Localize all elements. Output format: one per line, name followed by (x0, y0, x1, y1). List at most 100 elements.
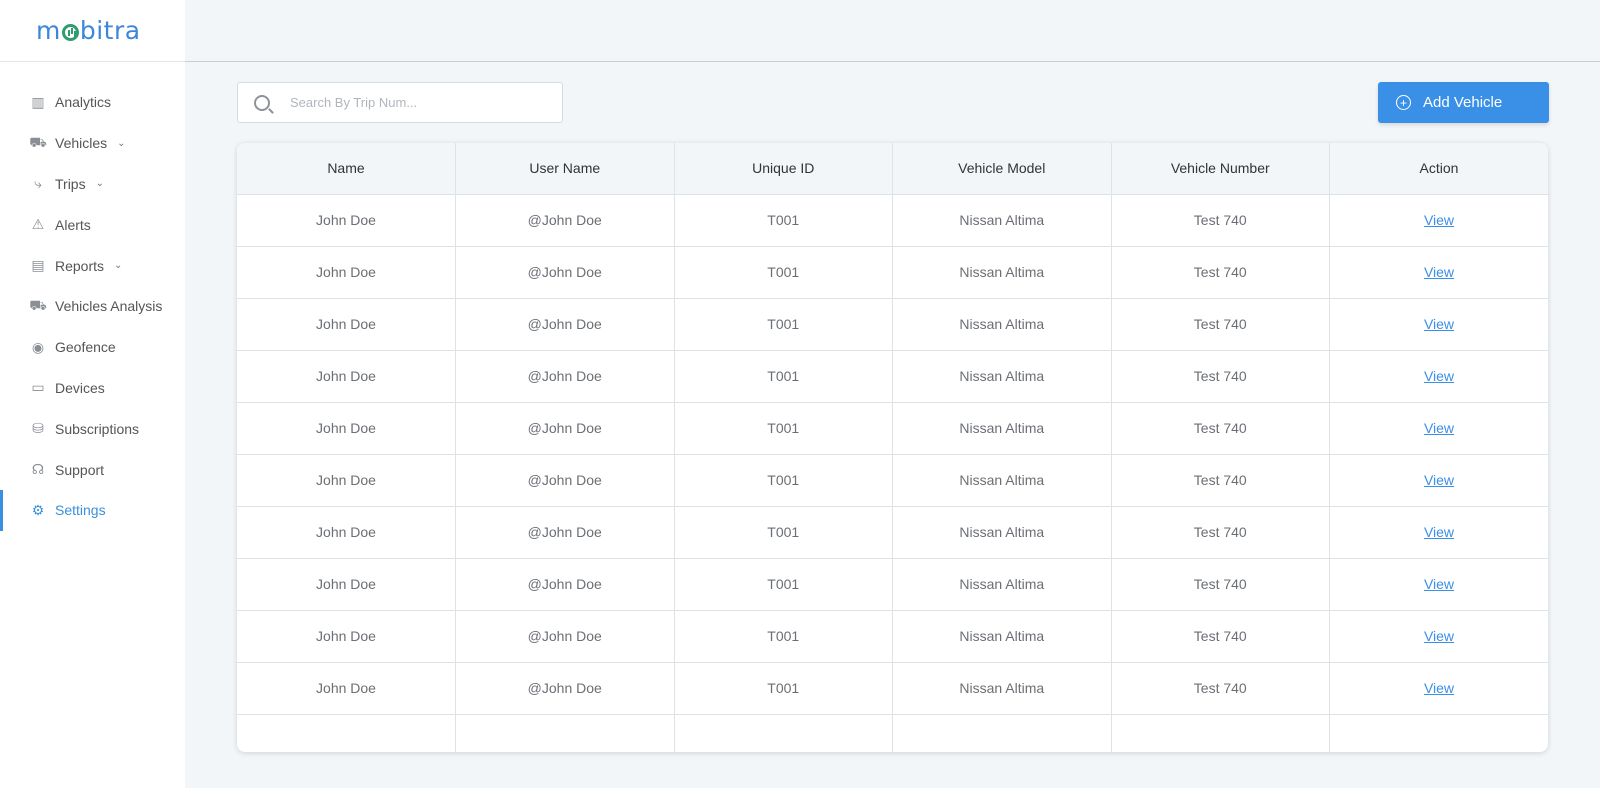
table-cell: Test 740 (1111, 505, 1330, 558)
table-cell: @John Doe (455, 609, 675, 662)
sidebar-item-alerts[interactable]: ⚠ Alerts (0, 204, 185, 245)
sidebar-item-devices[interactable]: ▭ Devices (0, 368, 185, 409)
vehicle-analysis-icon: ⛟ (29, 296, 47, 313)
table-cell: John Doe (237, 245, 456, 298)
search-box[interactable] (237, 82, 563, 123)
table-cell: Nissan Altima (892, 349, 1112, 402)
route-icon: ⤷ (34, 175, 42, 192)
sidebar-item-geofence[interactable]: ◉ Geofence (0, 327, 185, 368)
view-link[interactable]: View (1424, 472, 1454, 488)
table-cell: Nissan Altima (892, 401, 1112, 454)
table-cell: Nissan Altima (892, 609, 1112, 662)
column-header: User Name (455, 143, 675, 194)
search-icon (254, 94, 270, 111)
view-link[interactable]: View (1424, 576, 1454, 592)
vehicles-table: Name User Name Unique ID Vehicle Model Vehic… (237, 143, 1548, 752)
mobitra-logo[interactable]: m bitra (36, 16, 141, 45)
report-icon: ▤ (31, 257, 45, 274)
view-link[interactable]: View (1424, 368, 1454, 384)
chevron-down-icon[interactable]: ⌄ (117, 138, 125, 149)
device-icon: ▭ (31, 379, 45, 396)
sidebar-item-settings[interactable]: ⚙ Settings (0, 489, 185, 531)
table-cell: John Doe (237, 661, 456, 714)
table-cell: Nissan Altima (892, 193, 1112, 246)
truck-icon: ⛟ (29, 133, 47, 150)
table-row: John Doe @John Doe T001 Nissan Altima Test 7… (237, 505, 1548, 558)
empty-row (237, 713, 1548, 752)
table-cell: T001 (674, 609, 893, 662)
table-cell: View (1329, 453, 1548, 506)
table-cell: Test 740 (1111, 297, 1330, 350)
search-input[interactable] (290, 95, 550, 110)
chart-icon: ▥ (31, 93, 45, 110)
table-cell: T001 (674, 401, 893, 454)
gear-icon: ⚙ (31, 501, 45, 518)
table-cell: View (1329, 349, 1548, 402)
table-cell: @John Doe (455, 245, 675, 298)
table-cell: John Doe (237, 557, 456, 610)
sidebar-item-support[interactable]: ☊ Support (0, 449, 185, 490)
view-link[interactable]: View (1424, 680, 1454, 696)
table-cell: T001 (674, 193, 893, 246)
chevron-down-icon[interactable]: ⌄ (114, 260, 122, 271)
table-cell: View (1329, 505, 1548, 558)
plus-circle-icon: + (1396, 95, 1411, 110)
column-header: Unique ID (674, 143, 893, 194)
table-cell: @John Doe (455, 557, 675, 610)
logo-o-icon (61, 24, 79, 41)
sidebar-item-trips[interactable]: ⤷ Trips ⌄ (0, 164, 185, 205)
logo-area: m bitra (0, 0, 185, 62)
sidebar-item-label: Vehicles Analysis (55, 298, 163, 315)
table-cell: John Doe (237, 505, 456, 558)
table-cell: View (1329, 193, 1548, 246)
chevron-down-icon[interactable]: ⌄ (96, 178, 104, 189)
table-cell: John Doe (237, 609, 456, 662)
table-row: John Doe @John Doe T001 Nissan Altima Test 7… (237, 349, 1548, 402)
sidebar-item-subscriptions[interactable]: ⛁ Subscriptions (0, 408, 185, 449)
empty-cell (674, 713, 893, 752)
table-cell: T001 (674, 505, 893, 558)
table-cell: T001 (674, 661, 893, 714)
view-link[interactable]: View (1424, 420, 1454, 436)
column-header: Vehicle Number (1111, 143, 1330, 194)
sidebar-item-label: Devices (55, 379, 105, 396)
table-row: John Doe @John Doe T001 Nissan Altima Test 7… (237, 401, 1548, 454)
headset-icon: ☊ (31, 461, 45, 478)
sidebar-item-label: Subscriptions (55, 420, 140, 437)
sidebar-item-reports[interactable]: ▤ Reports ⌄ (0, 245, 185, 286)
table-cell: View (1329, 557, 1548, 610)
top-bar (185, 0, 1600, 62)
table-cell: Test 740 (1111, 609, 1330, 662)
table-row: John Doe @John Doe T001 Nissan Altima Test 7… (237, 661, 1548, 714)
table-cell: View (1329, 401, 1548, 454)
add-vehicle-button[interactable]: + Add Vehicle (1378, 82, 1549, 123)
table-cell: Nissan Altima (892, 557, 1112, 610)
table-cell: Test 740 (1111, 349, 1330, 402)
table-cell: Nissan Altima (892, 297, 1112, 350)
table-row: John Doe @John Doe T001 Nissan Altima Test 7… (237, 557, 1548, 610)
view-link[interactable]: View (1424, 212, 1454, 228)
table-cell: @John Doe (455, 401, 675, 454)
view-link[interactable]: View (1424, 264, 1454, 280)
view-link[interactable]: View (1424, 524, 1454, 540)
sidebar-item-vehicles[interactable]: ⛟ Vehicles ⌄ (0, 123, 185, 164)
view-link[interactable]: View (1424, 316, 1454, 332)
subscription-icon: ⛁ (32, 420, 44, 437)
table-row: John Doe @John Doe T001 Nissan Altima Test 7… (237, 297, 1548, 350)
empty-cell (237, 713, 456, 752)
table-cell: Test 740 (1111, 401, 1330, 454)
sidebar-item-analytics[interactable]: ▥ Analytics (0, 82, 185, 123)
table-cell: John Doe (237, 193, 456, 246)
view-link[interactable]: View (1424, 628, 1454, 644)
empty-cell (455, 713, 675, 752)
sidebar-item-label: Reports (55, 257, 105, 274)
sidebar-item-label: Analytics (55, 94, 112, 111)
table-cell: Test 740 (1111, 245, 1330, 298)
sidebar-nav: ▥ Analytics ⛟ Vehicles ⌄ ⤷ Trips ⌄ ⚠ Alerts ▤ Repor… (0, 82, 185, 531)
table-cell: View (1329, 245, 1548, 298)
table-cell: T001 (674, 297, 893, 350)
table-cell: John Doe (237, 297, 456, 350)
sidebar-item-vehicles-analysis[interactable]: ⛟ Vehicles Analysis (0, 286, 185, 327)
table-cell: T001 (674, 557, 893, 610)
table-cell: T001 (674, 349, 893, 402)
